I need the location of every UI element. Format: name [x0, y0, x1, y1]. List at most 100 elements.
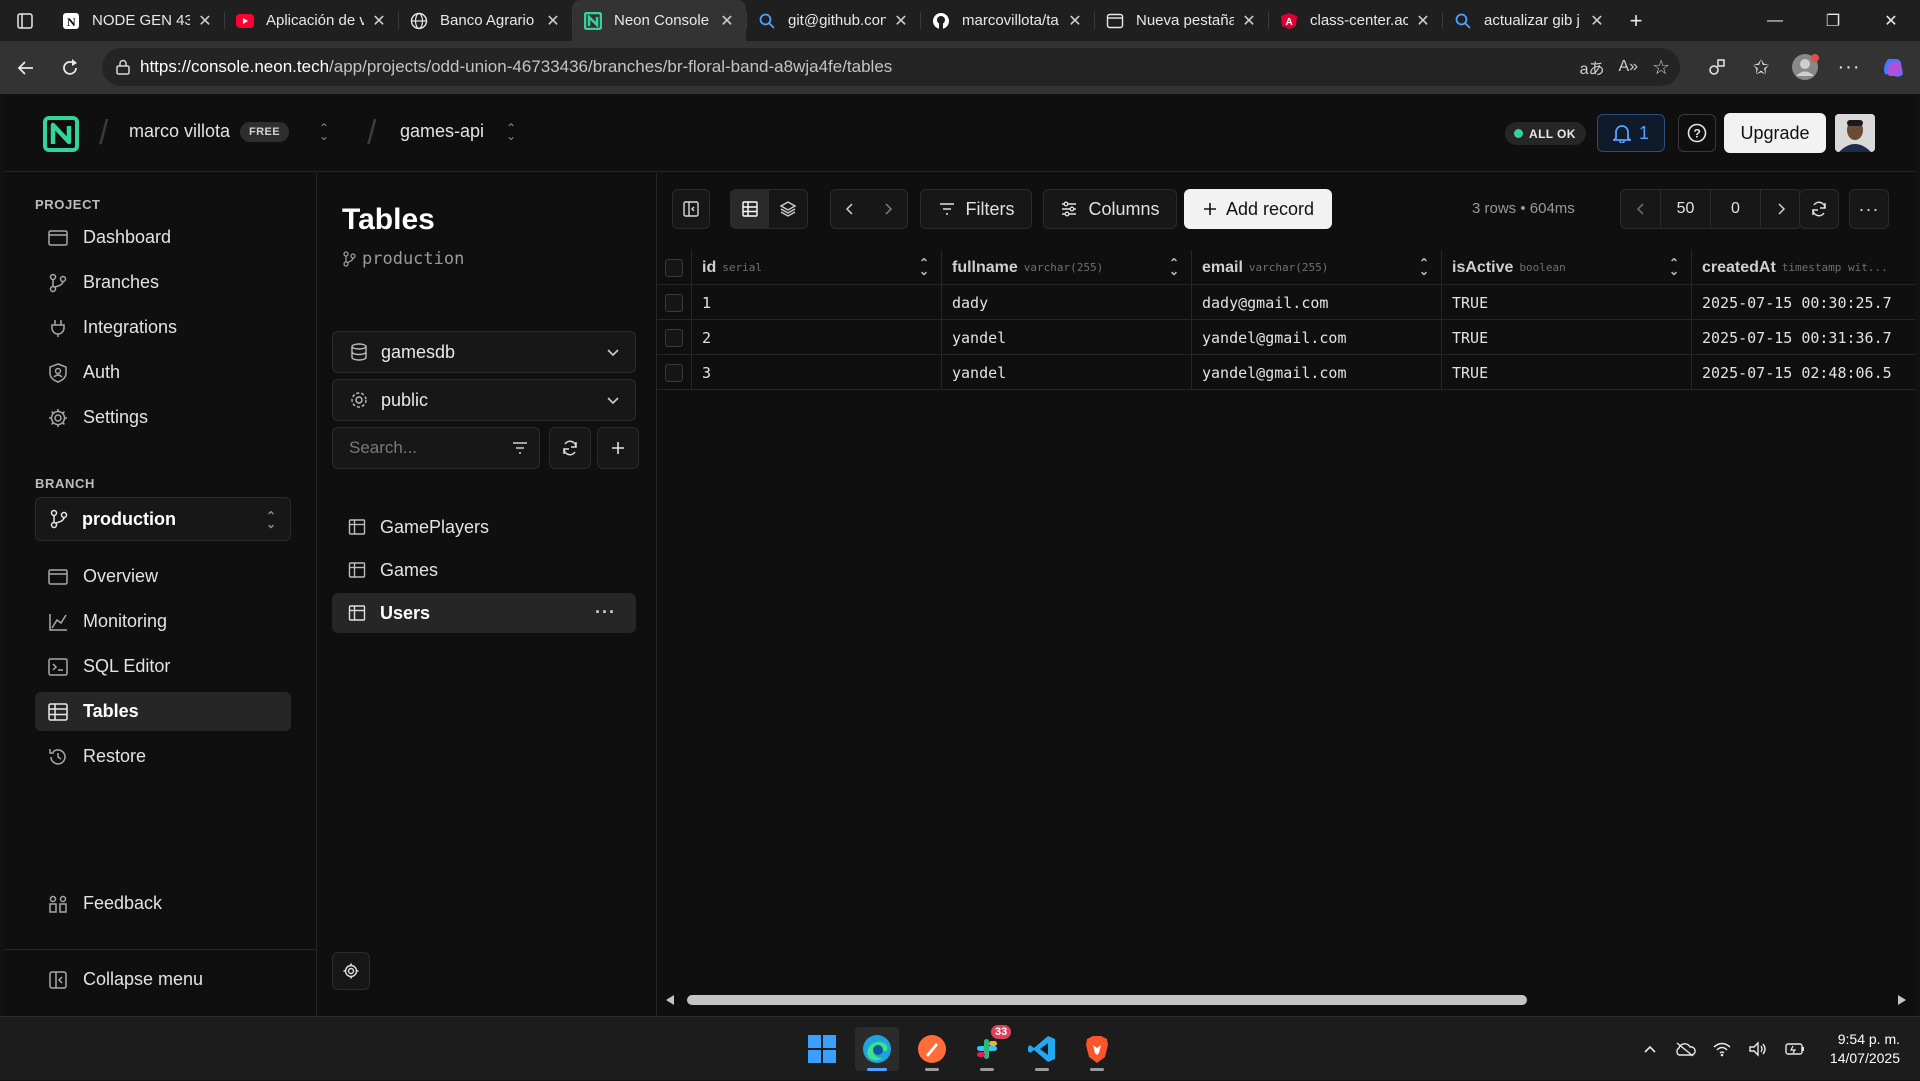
browser-tab[interactable]: git@github.con ✕: [746, 0, 920, 41]
edge-icon[interactable]: [855, 1027, 899, 1071]
notifications-button[interactable]: 1: [1597, 114, 1665, 152]
schema-select[interactable]: public: [332, 379, 636, 421]
column-header-email[interactable]: email varchar(255) ⌃ ⌄: [1192, 250, 1442, 285]
table-settings-button[interactable]: [332, 952, 370, 990]
column-header-createdat[interactable]: createdAt timestamp wit...: [1692, 250, 1915, 285]
browser-tab[interactable]: Banco Agrario ✕: [398, 0, 572, 41]
translate-icon[interactable]: aあ: [1580, 55, 1605, 79]
clock[interactable]: 9:54 p. m. 14/07/2025: [1830, 1030, 1900, 1068]
table-list-item-active[interactable]: Users ···: [332, 593, 636, 633]
windows-start-icon[interactable]: [800, 1027, 844, 1071]
sort-icon[interactable]: ⌃ ⌄: [1169, 257, 1179, 277]
grid-view-icon[interactable]: [731, 190, 769, 228]
branch-selector[interactable]: production ⌃ ⌄: [35, 497, 291, 541]
row-checkbox[interactable]: [657, 285, 692, 320]
refresh-data-button[interactable]: [1799, 189, 1839, 229]
minimize-icon[interactable]: —: [1746, 0, 1804, 41]
brave-icon[interactable]: [1075, 1027, 1119, 1071]
cell-id[interactable]: 2: [692, 320, 942, 355]
close-tab-icon[interactable]: ✕: [1240, 11, 1258, 31]
browser-tab-active[interactable]: Neon Console ✕: [572, 0, 746, 41]
profile-icon[interactable]: [1786, 48, 1824, 86]
scroll-right-icon[interactable]: [1897, 994, 1907, 1006]
offset-input[interactable]: 0: [1711, 190, 1761, 228]
upgrade-button[interactable]: Upgrade: [1724, 113, 1826, 153]
refresh-tables-button[interactable]: [549, 427, 591, 469]
chevron-up-icon[interactable]: [1642, 1041, 1658, 1057]
sidebar-item-restore[interactable]: Restore: [35, 737, 291, 776]
layers-view-icon[interactable]: [769, 190, 807, 228]
cell-email[interactable]: dady@gmail.com: [1192, 285, 1442, 320]
database-select[interactable]: gamesdb: [332, 331, 636, 373]
close-tab-icon[interactable]: ✕: [718, 11, 736, 31]
sort-icon[interactable]: ⌃ ⌄: [919, 257, 929, 277]
close-tab-icon[interactable]: ✕: [196, 11, 214, 31]
cell-createdat[interactable]: 2025-07-15 00:31:36.7: [1692, 320, 1915, 355]
sort-icon[interactable]: ⌃ ⌄: [1669, 257, 1679, 277]
cell-id[interactable]: 1: [692, 285, 942, 320]
browser-tab[interactable]: A class-center.ac ✕: [1268, 0, 1442, 41]
feedback-button[interactable]: Feedback: [35, 884, 291, 923]
avatar[interactable]: [1835, 114, 1875, 152]
table-row[interactable]: 2 yandel yandel@gmail.com TRUE 2025-07-1…: [657, 320, 1915, 355]
sidebar-item-auth[interactable]: Auth: [35, 353, 291, 392]
vscode-icon[interactable]: [1020, 1027, 1064, 1071]
help-button[interactable]: ?: [1678, 114, 1716, 152]
address-bar[interactable]: https://console.neon.tech/app/projects/o…: [102, 48, 1680, 86]
scroll-left-icon[interactable]: [665, 994, 675, 1006]
reload-icon[interactable]: [48, 48, 92, 88]
cell-fullname[interactable]: yandel: [942, 320, 1192, 355]
sort-icon[interactable]: ⌃ ⌄: [1419, 257, 1429, 277]
neon-logo-icon[interactable]: [43, 116, 79, 152]
org-switcher[interactable]: marco villota FREE ⌃ ⌄: [129, 121, 329, 142]
browser-tab[interactable]: N NODE GEN 43 ✕: [50, 0, 224, 41]
close-tab-icon[interactable]: ✕: [1414, 11, 1432, 31]
sidebar-item-branches[interactable]: Branches: [35, 263, 291, 302]
new-tab-button[interactable]: +: [1616, 0, 1656, 41]
close-tab-icon[interactable]: ✕: [892, 11, 910, 31]
sidebar-item-overview[interactable]: Overview: [35, 557, 291, 596]
restore-window-icon[interactable]: ❐: [1804, 0, 1862, 41]
cell-createdat[interactable]: 2025-07-15 02:48:06.5: [1692, 355, 1915, 390]
add-record-button[interactable]: Add record: [1184, 189, 1332, 229]
more-options-button[interactable]: ···: [1849, 189, 1889, 229]
row-checkbox[interactable]: [657, 320, 692, 355]
sidebar-item-monitoring[interactable]: Monitoring: [35, 602, 291, 641]
battery-icon[interactable]: [1784, 1041, 1806, 1057]
close-tab-icon[interactable]: ✕: [544, 11, 562, 31]
copilot-icon[interactable]: [1874, 48, 1912, 86]
sidebar-item-settings[interactable]: Settings: [35, 398, 291, 437]
select-all-checkbox[interactable]: [657, 250, 692, 285]
filter-icon[interactable]: [511, 439, 529, 457]
close-window-icon[interactable]: ✕: [1862, 0, 1920, 41]
cell-createdat[interactable]: 2025-07-15 00:30:25.7: [1692, 285, 1915, 320]
page-size-input[interactable]: 50: [1661, 190, 1711, 228]
cell-isactive[interactable]: TRUE: [1442, 355, 1692, 390]
browser-tab[interactable]: Nueva pestaña ✕: [1094, 0, 1268, 41]
more-menu-icon[interactable]: ···: [1830, 48, 1868, 86]
cell-isactive[interactable]: TRUE: [1442, 285, 1692, 320]
browser-tab[interactable]: marcovillota/ta ✕: [920, 0, 1094, 41]
postman-icon[interactable]: [910, 1027, 954, 1071]
horizontal-scrollbar[interactable]: [657, 990, 1915, 1010]
more-options-icon[interactable]: ···: [595, 602, 616, 623]
browser-tab[interactable]: actualizar gib j ✕: [1442, 0, 1616, 41]
cell-fullname[interactable]: yandel: [942, 355, 1192, 390]
table-search-input[interactable]: Search...: [332, 427, 540, 469]
browser-tab[interactable]: Aplicación de v ✕: [224, 0, 398, 41]
add-table-button[interactable]: [597, 427, 639, 469]
column-header-id[interactable]: id serial ⌃ ⌄: [692, 250, 942, 285]
row-checkbox[interactable]: [657, 355, 692, 390]
filters-button[interactable]: Filters: [920, 189, 1032, 229]
column-header-isactive[interactable]: isActive boolean ⌃ ⌄: [1442, 250, 1692, 285]
chevron-left-icon[interactable]: [831, 190, 869, 228]
onedrive-icon[interactable]: [1674, 1041, 1696, 1057]
table-row[interactable]: 3 yandel yandel@gmail.com TRUE 2025-07-1…: [657, 355, 1915, 390]
status-badge[interactable]: ALL OK: [1505, 122, 1586, 145]
favorites-icon[interactable]: ✩: [1742, 48, 1780, 86]
cell-isactive[interactable]: TRUE: [1442, 320, 1692, 355]
read-aloud-icon[interactable]: A»: [1618, 58, 1638, 76]
column-header-fullname[interactable]: fullname varchar(255) ⌃ ⌄: [942, 250, 1192, 285]
extensions-icon[interactable]: [1698, 48, 1736, 86]
sidebar-item-integrations[interactable]: Integrations: [35, 308, 291, 347]
